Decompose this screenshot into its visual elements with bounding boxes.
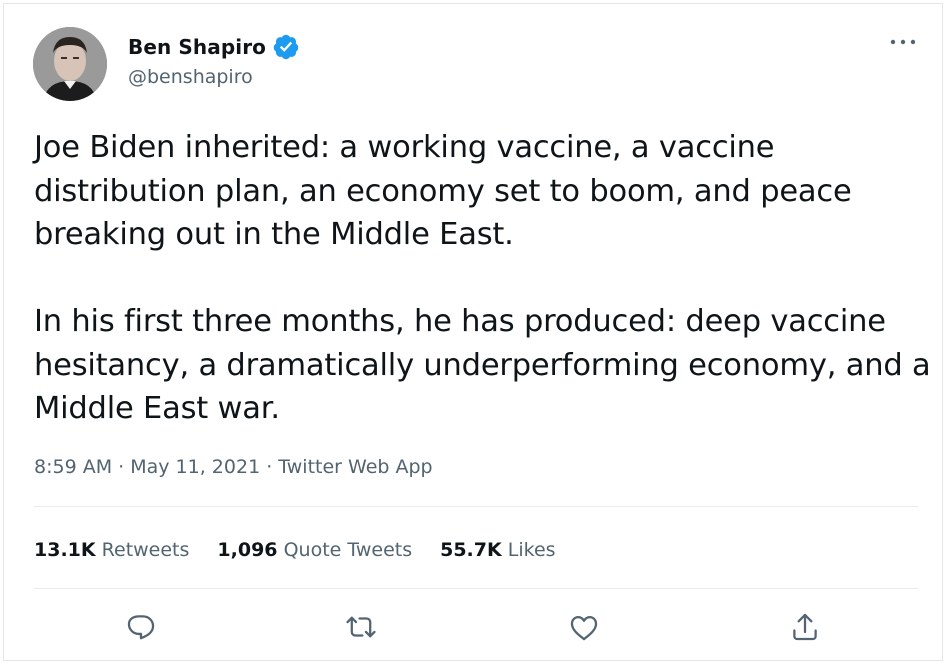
verified-badge-icon xyxy=(272,33,300,61)
author-name[interactable]: Ben Shapiro xyxy=(128,35,266,59)
quotes-label: Quote Tweets xyxy=(283,539,413,561)
tweet-meta: 8:59 AM · May 11, 2021 · Twitter Web App xyxy=(34,456,433,478)
quotes-count: 1,096 xyxy=(217,539,278,561)
action-bar xyxy=(4,610,944,650)
heart-icon[interactable] xyxy=(567,610,601,644)
divider xyxy=(34,506,918,507)
retweets-stat[interactable]: 13.1K Retweets xyxy=(34,539,189,561)
quotes-stat[interactable]: 1,096 Quote Tweets xyxy=(217,539,412,561)
tweet-paragraph-2: In his first three months, he has produc… xyxy=(34,304,931,426)
retweet-icon[interactable] xyxy=(344,610,378,644)
tweet-card: Ben Shapiro @benshapiro Joe Biden inheri… xyxy=(3,3,943,661)
likes-stat[interactable]: 55.7K Likes xyxy=(440,539,555,561)
share-icon[interactable] xyxy=(788,610,822,644)
tweet-source[interactable]: Twitter Web App xyxy=(278,456,432,478)
divider xyxy=(34,588,918,589)
avatar[interactable] xyxy=(33,27,107,101)
more-options-icon[interactable] xyxy=(888,32,918,52)
meta-separator: · xyxy=(112,456,131,478)
likes-count: 55.7K xyxy=(440,539,502,561)
tweet-text: Joe Biden inherited: a working vaccine, … xyxy=(34,126,934,431)
engagement-stats: 13.1K Retweets 1,096 Quote Tweets 55.7K … xyxy=(34,539,584,561)
tweet-date[interactable]: May 11, 2021 xyxy=(130,456,260,478)
likes-label: Likes xyxy=(507,539,556,561)
reply-icon[interactable] xyxy=(124,610,158,644)
tweet-paragraph-1: Joe Biden inherited: a working vaccine, … xyxy=(34,130,852,252)
meta-separator: · xyxy=(260,456,279,478)
tweet-time[interactable]: 8:59 AM xyxy=(34,456,112,478)
retweets-label: Retweets xyxy=(101,539,190,561)
author-handle[interactable]: @benshapiro xyxy=(128,66,253,88)
avatar-image xyxy=(33,27,107,101)
retweets-count: 13.1K xyxy=(34,539,96,561)
